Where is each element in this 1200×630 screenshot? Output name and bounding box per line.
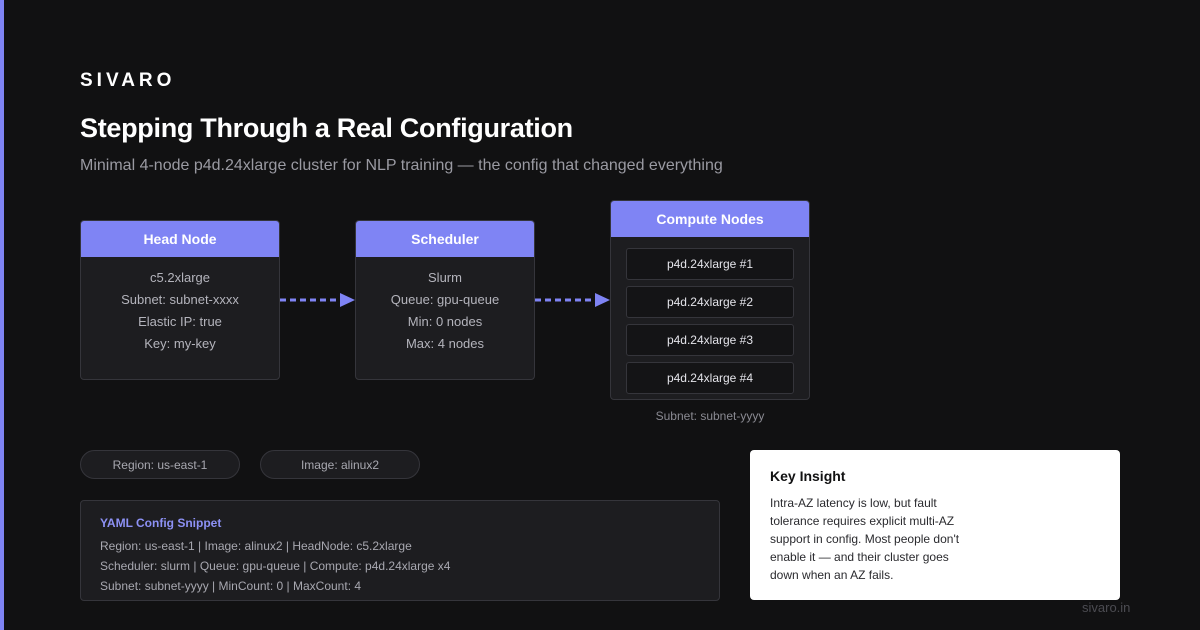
key-insight-card: Key Insight Intra-AZ latency is low, but… — [750, 450, 1120, 600]
compute-node-1: p4d.24xlarge #1 — [626, 248, 794, 280]
accent-bar — [0, 0, 4, 630]
scheduler-card: Scheduler Slurm Queue: gpu-queue Min: 0 … — [355, 220, 535, 380]
head-node-subnet: Subnet: subnet-xxxx — [121, 292, 239, 307]
scheduler-type: Slurm — [428, 270, 462, 285]
scheduler-min: Min: 0 nodes — [407, 314, 483, 329]
compute-nodes-header: Compute Nodes — [611, 201, 809, 237]
arrow-tip — [340, 293, 355, 307]
head-node-header: Head Node — [81, 221, 279, 257]
yaml-config-snippet: YAML Config Snippet Region: us-east-1 | … — [80, 500, 720, 601]
head-node-instance: c5.2xlarge — [150, 270, 210, 285]
page-title: Stepping Through a Real Configuration — [80, 113, 573, 143]
footer-url: sivaro.in — [1082, 600, 1131, 615]
compute-node-2: p4d.24xlarge #2 — [626, 286, 794, 318]
arrow-head-to-scheduler — [280, 293, 355, 307]
yaml-title: YAML Config Snippet — [100, 516, 222, 530]
yaml-line-2: Scheduler: slurm | Queue: gpu-queue | Co… — [100, 559, 451, 573]
head-node-elastic-ip: Elastic IP: true — [138, 314, 222, 329]
page-subtitle: Minimal 4-node p4d.24xlarge cluster for … — [80, 157, 723, 174]
key-insight-title: Key Insight — [770, 468, 846, 484]
yaml-line-1: Region: us-east-1 | Image: alinux2 | Hea… — [100, 539, 412, 553]
key-insight-text: Intra-AZ latency is low, but fault toler… — [770, 496, 960, 582]
head-node-card: Head Node c5.2xlarge Subnet: subnet-xxxx… — [80, 220, 280, 380]
brand-logo: SIVARO — [80, 70, 176, 91]
compute-node-3: p4d.24xlarge #3 — [626, 324, 794, 356]
region-pill: Region: us-east-1 — [80, 450, 240, 479]
scheduler-header: Scheduler — [356, 221, 534, 257]
head-node-key: Key: my-key — [144, 336, 216, 351]
arrow-tip — [595, 293, 610, 307]
image-pill: Image: alinux2 — [260, 450, 420, 479]
arrow-scheduler-to-compute — [535, 293, 610, 307]
scheduler-queue: Queue: gpu-queue — [390, 292, 500, 307]
scheduler-max: Max: 4 nodes — [405, 336, 485, 351]
yaml-line-3: Subnet: subnet-yyyy | MinCount: 0 | MaxC… — [100, 579, 362, 593]
compute-nodes-card: Compute Nodes p4d.24xlarge #1 p4d.24xlar… — [610, 200, 810, 400]
compute-node-4: p4d.24xlarge #4 — [626, 362, 794, 394]
compute-subnet-label: Subnet: subnet-yyyy — [655, 409, 765, 423]
